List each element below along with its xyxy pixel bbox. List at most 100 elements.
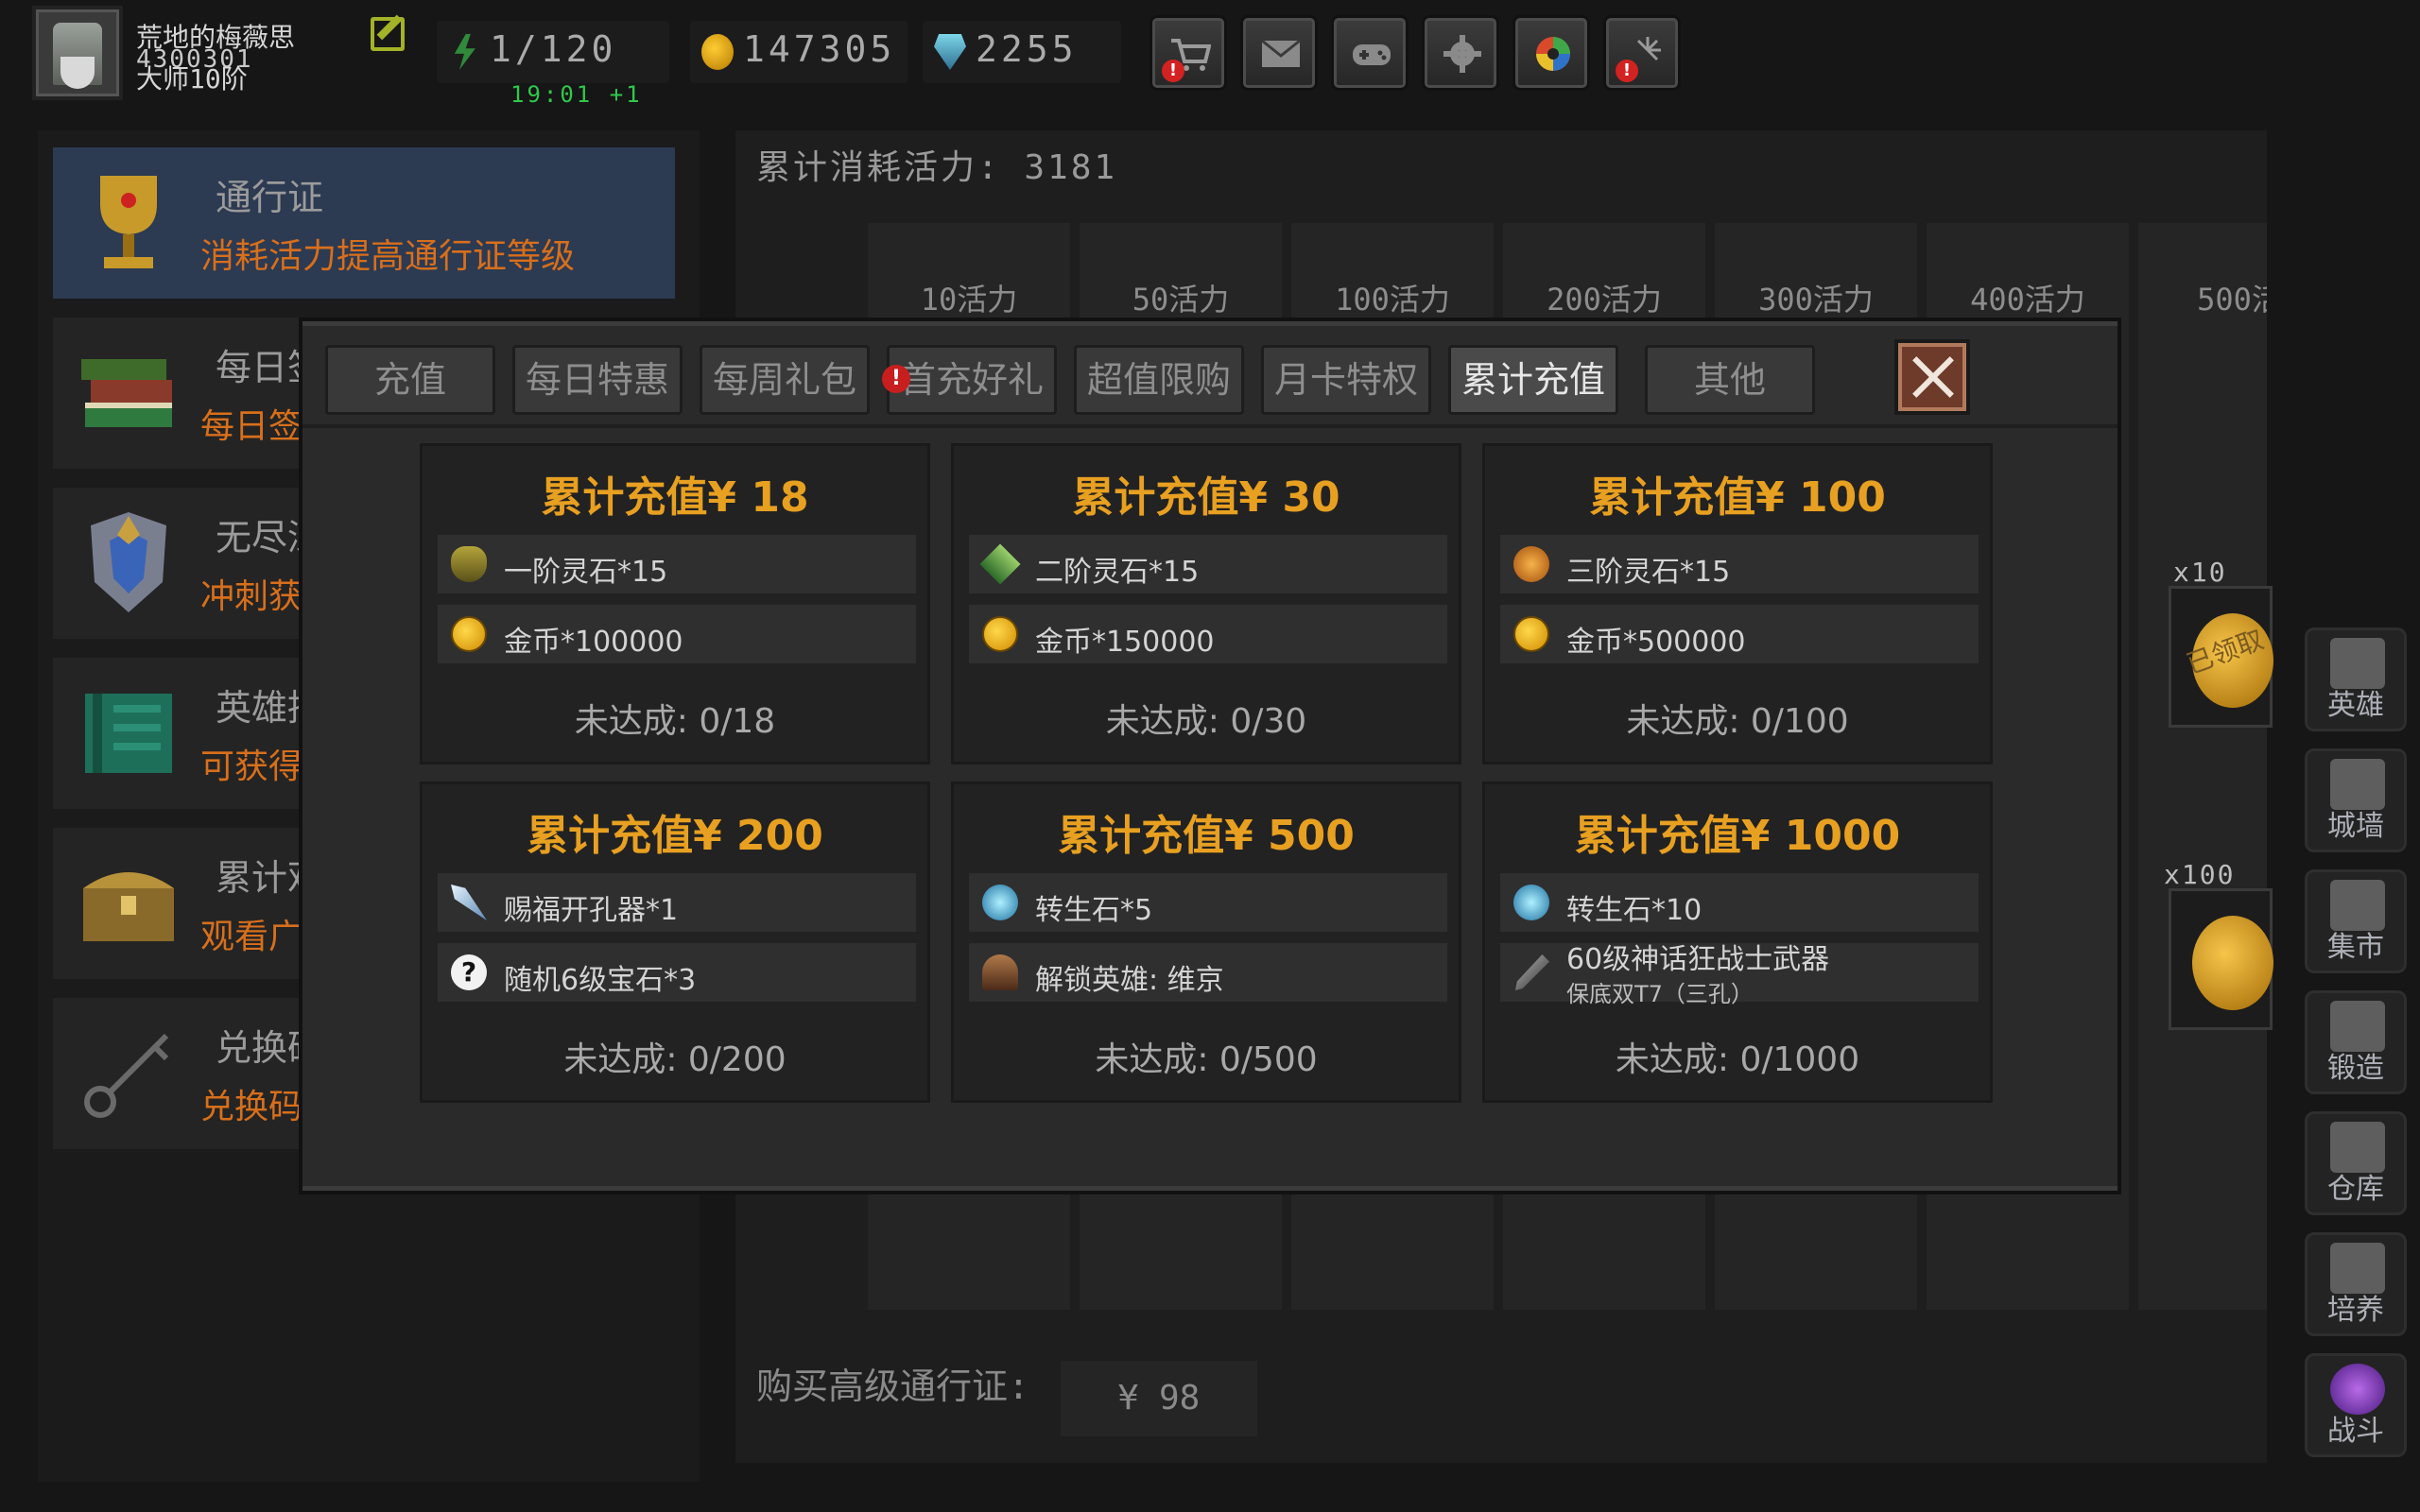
- reward-row: 金币*500000: [1500, 605, 1979, 663]
- tier-status: 未达成: 0/200: [563, 1040, 786, 1079]
- recharge-modal: 充值 每日特惠 每周礼包 ! 首充好礼 超值限购 月卡特权 累计充值 其他 累计充…: [302, 321, 2118, 1191]
- tier-title: 累计充值¥ 100: [1589, 473, 1886, 522]
- reward-text: 转生石*10: [1566, 894, 1703, 927]
- vitality-column-label: 400活力: [1970, 282, 2085, 318]
- tab-weekly-pack[interactable]: 每周礼包: [700, 345, 870, 415]
- reward-row: 转生石*10: [1500, 873, 1979, 932]
- gem-value: 2255: [976, 28, 1078, 70]
- tab-recharge[interactable]: 充值: [325, 345, 495, 415]
- gem-icon: [934, 34, 966, 70]
- hero-unlock-icon: [982, 954, 1018, 990]
- menu-item-subtitle: 可获得: [200, 747, 303, 786]
- reward-row: 二阶灵石*15: [969, 535, 1447, 593]
- eagle-crest-icon: [91, 512, 166, 612]
- golden-chalice-icon: [100, 176, 157, 268]
- sidebar-label: 英雄: [2327, 689, 2384, 722]
- menu-item-battle-pass[interactable]: 通行证 消耗活力提高通行证等级: [53, 147, 675, 299]
- close-modal-button[interactable]: [1894, 339, 1970, 415]
- reward-text: 转生石*5: [1035, 894, 1153, 927]
- tab-monthly-card[interactable]: 月卡特权: [1261, 345, 1431, 415]
- reward-subtext: 保底双T7（三孔）: [1566, 981, 1754, 1007]
- recharge-tier-card: 累计充值¥ 500 转生石*5 解锁英雄: 维京 未达成: 0/500: [951, 782, 1461, 1103]
- reward-text: 解锁英雄: 维京: [1035, 964, 1224, 997]
- reward-row: ? 随机6级宝石*3: [438, 943, 916, 1002]
- sidebar-train-button[interactable]: 培养: [2305, 1232, 2407, 1336]
- gold-coin-icon: [1513, 616, 1549, 652]
- fireworks-button[interactable]: !: [1603, 15, 1681, 91]
- sidebar-label: 培养: [2327, 1294, 2384, 1327]
- menu-item-subtitle: 消耗活力提高通行证等级: [200, 237, 576, 276]
- shop-alert-icon: !: [1162, 60, 1184, 82]
- rebirth-stone-icon: [1513, 885, 1549, 920]
- shop-button[interactable]: !: [1150, 15, 1227, 91]
- settings-button[interactable]: [1422, 15, 1499, 91]
- menu-item-subtitle: 每日签: [200, 407, 303, 446]
- sidebar-hero-button[interactable]: 英雄: [2305, 627, 2407, 731]
- total-vitality-label: 累计消耗活力: 3181: [756, 148, 1118, 187]
- sidebar-market-button[interactable]: 集市: [2305, 869, 2407, 973]
- reward-text: 二阶灵石*15: [1035, 556, 1200, 589]
- rebirth-stone-icon: [982, 885, 1018, 920]
- tab-limited-offer[interactable]: 超值限购: [1074, 345, 1244, 415]
- reward-row: 解锁英雄: 维京: [969, 943, 1447, 1002]
- reward-row: 60级神话狂战士武器保底双T7（三孔）: [1500, 943, 1979, 1007]
- gold-value: 147305: [743, 28, 896, 70]
- tab-daily-deals[interactable]: 每日特惠: [512, 345, 683, 415]
- tier-status: 未达成: 0/1000: [1615, 1040, 1860, 1079]
- tier-title: 累计充值¥ 1000: [1574, 812, 1901, 860]
- reward-text: 一阶灵石*15: [504, 556, 668, 589]
- edit-name-icon[interactable]: [371, 17, 405, 51]
- tab-cumulative-recharge[interactable]: 累计充值: [1448, 345, 1618, 415]
- stone-tier3-icon: [1513, 546, 1549, 582]
- tab-other[interactable]: 其他: [1645, 345, 1815, 415]
- energy-display: 1/120: [437, 21, 669, 83]
- reward-row: 金币*100000: [438, 605, 916, 663]
- vitality-column-label: 300活力: [1758, 282, 1874, 318]
- tab-first-recharge[interactable]: ! 首充好礼: [882, 345, 1057, 415]
- recharge-tier-card: 累计充值¥ 100 三阶灵石*15 金币*500000 未达成: 0/100: [1482, 443, 1993, 765]
- tier-status: 未达成: 0/500: [1095, 1040, 1318, 1079]
- player-rank: 大师10阶: [136, 63, 248, 94]
- gold-display: 147305: [690, 21, 908, 83]
- reward-row: 赐福开孔器*1: [438, 873, 916, 932]
- tier-status: 未达成: 0/18: [574, 702, 776, 741]
- energy-icon: [454, 34, 475, 70]
- mail-button[interactable]: [1240, 15, 1318, 91]
- top-bar: 荒地的梅薇思 4300301 大师10阶 1/120 19:01 +1 1473…: [0, 0, 2420, 118]
- menu-item-subtitle: 冲刺获: [200, 577, 303, 616]
- recharge-tier-card: 累计充值¥ 1000 转生石*10 60级神话狂战士武器保底双T7（三孔） 未达…: [1482, 782, 1993, 1103]
- right-sidebar: 英雄 城墙 集市 锻造 仓库 培养 战斗: [2288, 605, 2420, 1457]
- vitality-column-label: 50活力: [1132, 282, 1230, 318]
- reward-text: 金币*150000: [1035, 626, 1215, 659]
- gem-display: 2255: [923, 21, 1121, 83]
- buy-premium-pass-button[interactable]: ¥ 98: [1061, 1361, 1257, 1436]
- reward-text: 60级神话狂战士武器: [1566, 943, 1830, 976]
- fireworks-alert-icon: !: [1616, 60, 1638, 82]
- reward-row: 金币*150000: [969, 605, 1447, 663]
- aperture-button[interactable]: [1512, 15, 1590, 91]
- reward-text: 金币*100000: [504, 626, 683, 659]
- pass-reward-slot[interactable]: x10 已领取: [2169, 557, 2273, 728]
- gamepad-icon: [1353, 44, 1391, 65]
- book-stack-icon: [81, 359, 172, 427]
- gold-coin-icon: [451, 616, 487, 652]
- tier-title: 累计充值¥ 500: [1058, 812, 1355, 860]
- tab-alert-icon: !: [882, 365, 910, 393]
- pass-reward-slot[interactable]: x100: [2164, 859, 2273, 1030]
- sidebar-label: 锻造: [2327, 1052, 2384, 1085]
- gamepad-button[interactable]: [1331, 15, 1409, 91]
- tier-title: 累计充值¥ 30: [1072, 473, 1340, 522]
- sidebar-wall-button[interactable]: 城墙: [2305, 748, 2407, 852]
- reward-row: 转生石*5: [969, 873, 1447, 932]
- treasure-chest-icon: [83, 872, 174, 941]
- player-avatar[interactable]: [32, 6, 123, 100]
- sidebar-label: 仓库: [2327, 1173, 2384, 1206]
- recharge-tier-card: 累计充值¥ 30 二阶灵石*15 金币*150000 未达成: 0/30: [951, 443, 1461, 765]
- sidebar-storage-button[interactable]: 仓库: [2305, 1111, 2407, 1215]
- sidebar-forge-button[interactable]: 锻造: [2305, 990, 2407, 1094]
- aperture-icon: [1536, 37, 1570, 71]
- tab-label: 首充好礼: [899, 359, 1044, 401]
- socket-drill-icon: [451, 885, 487, 920]
- reward-text: 随机6级宝石*3: [504, 964, 697, 997]
- sidebar-battle-button[interactable]: 战斗: [2305, 1353, 2407, 1457]
